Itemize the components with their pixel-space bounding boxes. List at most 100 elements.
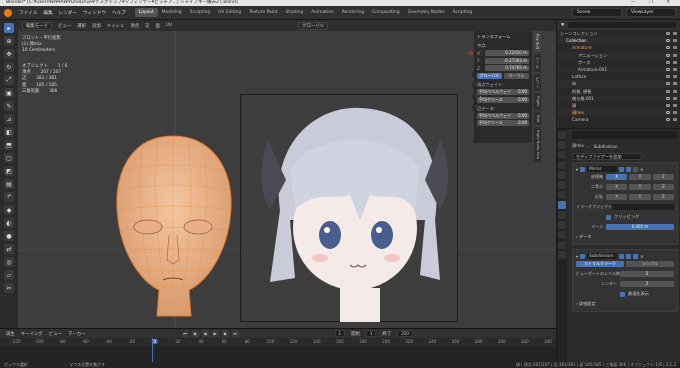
rotate-tool-icon[interactable]: ↻ [4, 62, 14, 72]
outliner-row[interactable]: 顔mix [557, 109, 680, 117]
bevel-weight-field[interactable]: 0.00 [515, 89, 529, 95]
viewport-menu-face[interactable]: 面 [156, 23, 160, 29]
tab-view[interactable]: ビュー [534, 73, 541, 92]
camera-render-icon[interactable] [673, 60, 677, 64]
render-toggle-icon[interactable] [633, 166, 639, 172]
constraints-tab-icon[interactable] [558, 231, 566, 239]
add-modifier-button[interactable]: モディファイアーを追加 [572, 152, 642, 160]
properties-search-input[interactable] [572, 131, 678, 139]
start-frame-field[interactable]: 1 [365, 330, 377, 337]
tab-rigid-body-gen[interactable]: Rigid Body Gen [534, 127, 541, 163]
outliner-row[interactable]: Camera [557, 116, 680, 123]
median-x-field[interactable]: 0.22410 m [485, 50, 529, 56]
edge-crease-field[interactable]: 0.00 [515, 120, 529, 126]
workspace-tab-sculpting[interactable]: Sculpting [186, 8, 215, 17]
menu-render[interactable]: レンダー [56, 10, 80, 16]
workspace-tab-scripting[interactable]: Scripting [449, 8, 477, 17]
material-tab-icon[interactable] [558, 251, 566, 259]
global-toggle[interactable]: グローバル [477, 73, 502, 79]
workspace-tab-modeling[interactable]: Modeling [158, 8, 186, 17]
shrink-tool-icon[interactable]: ◎ [4, 257, 14, 267]
bisect-z[interactable]: Z [652, 184, 674, 190]
camera-render-icon[interactable] [673, 82, 677, 86]
knife-tool-icon[interactable]: ⌿ [4, 192, 14, 202]
viewlayer-selector[interactable]: ViewLayer [626, 8, 676, 17]
output-tab-icon[interactable] [558, 151, 566, 159]
view-layer-tab-icon[interactable] [558, 161, 566, 169]
annotate-tool-icon[interactable]: ✎ [4, 101, 14, 111]
smooth-tool-icon[interactable]: ● [4, 231, 14, 241]
eye-icon[interactable] [666, 118, 670, 122]
filter-icon[interactable]: ▼ [561, 23, 564, 28]
transform-section-header[interactable]: トランスフォーム [477, 34, 529, 40]
inset-tool-icon[interactable]: ▢ [4, 153, 14, 163]
camera-render-icon[interactable] [673, 46, 677, 50]
workspace-tab-rendering[interactable]: Rendering [338, 8, 368, 17]
end-frame-field[interactable]: 250 [397, 330, 413, 337]
menu-file[interactable]: ファイル [16, 10, 40, 16]
outliner-search-input[interactable] [568, 22, 676, 28]
camera-render-icon[interactable] [673, 103, 677, 107]
prev-keyframe-icon[interactable]: ◆ [191, 330, 199, 337]
mirror-axis-y[interactable]: Y [629, 174, 651, 180]
flip-y[interactable]: Y [629, 194, 651, 200]
collapse-chevron-icon[interactable]: ▾ [576, 254, 578, 259]
outliner-row[interactable]: 前髪, 横髪 [557, 88, 680, 95]
data-tab-icon[interactable] [558, 241, 566, 249]
collapse-chevron-icon[interactable]: ▾ [576, 167, 578, 172]
eye-icon[interactable] [666, 89, 670, 93]
particles-tab-icon[interactable] [558, 211, 566, 219]
workspace-tab-shading[interactable]: Shading [281, 8, 307, 17]
cursor-tool-icon[interactable]: ⊕ [4, 36, 14, 46]
eye-icon[interactable] [666, 103, 670, 107]
head-mesh-object[interactable] [103, 130, 243, 328]
outliner-row[interactable]: 体 [557, 80, 680, 88]
current-frame-field[interactable]: 1 [334, 330, 346, 337]
close-icon[interactable]: ✕ [640, 254, 644, 259]
mirror-modifier-name-field[interactable]: Mirror [587, 166, 618, 172]
viewport-menu-select[interactable]: 選択 [77, 23, 86, 29]
mirror-axis-x[interactable]: X [606, 174, 628, 180]
camera-render-icon[interactable] [673, 39, 677, 43]
workspace-tab-texture-paint[interactable]: Texture Paint [245, 8, 281, 17]
tool-tab-icon[interactable] [558, 131, 566, 139]
viewport-menu-edge[interactable]: 辺 [145, 23, 149, 29]
render-toggle-icon[interactable] [633, 253, 639, 259]
camera-render-icon[interactable] [673, 75, 677, 79]
object-tab-icon[interactable] [558, 191, 566, 199]
eye-icon[interactable] [666, 75, 670, 79]
transform-orientation-selector[interactable]: グローバル [298, 21, 329, 30]
outliner-row[interactable]: Collection [557, 37, 680, 45]
transform-tool-icon[interactable]: ▣ [4, 88, 14, 98]
catmull-clark-button[interactable]: カトマルクラーク [576, 261, 624, 267]
modifier-tab-icon[interactable] [558, 201, 566, 209]
blender-logo-icon[interactable] [4, 8, 12, 17]
bisect-y[interactable]: Y [629, 184, 651, 190]
flip-x[interactable]: X [606, 194, 628, 200]
advanced-subpanel-header[interactable]: › 詳細設定 [576, 301, 674, 307]
mirror-axis-z[interactable]: Z [652, 174, 674, 180]
select-box-tool-icon[interactable]: ▸ [4, 23, 14, 33]
spin-tool-icon[interactable]: ◐ [4, 218, 14, 228]
play-icon[interactable]: ▶ [211, 330, 219, 337]
timeline-menu-marker[interactable]: マーカー [68, 331, 86, 337]
eye-icon[interactable] [666, 96, 670, 100]
scene-tab-icon[interactable] [558, 171, 566, 179]
world-tab-icon[interactable] [558, 181, 566, 189]
flip-z[interactable]: Z [652, 194, 674, 200]
jump-end-icon[interactable]: ⏭ [231, 330, 239, 337]
loop-cut-tool-icon[interactable]: ▤ [4, 179, 14, 189]
eye-icon[interactable] [666, 39, 670, 43]
outliner-row[interactable]: Armature.001 [557, 65, 680, 74]
mode-selector[interactable]: 編集モード [22, 21, 52, 30]
viewport-menu-uv[interactable]: UV [166, 23, 172, 28]
tab-rigify[interactable]: Rigify [534, 93, 541, 110]
play-reverse-icon[interactable]: ◀ [201, 330, 209, 337]
eye-icon[interactable] [666, 82, 670, 86]
timeline-menu-playback[interactable]: 再生 [6, 331, 15, 337]
clipping-checkbox[interactable] [606, 214, 611, 220]
menu-help[interactable]: ヘルプ [109, 10, 129, 16]
local-toggle[interactable]: ローカル [504, 73, 529, 79]
poly-build-tool-icon[interactable]: ◆ [4, 205, 14, 215]
scale-tool-icon[interactable]: ⤢ [4, 75, 14, 85]
